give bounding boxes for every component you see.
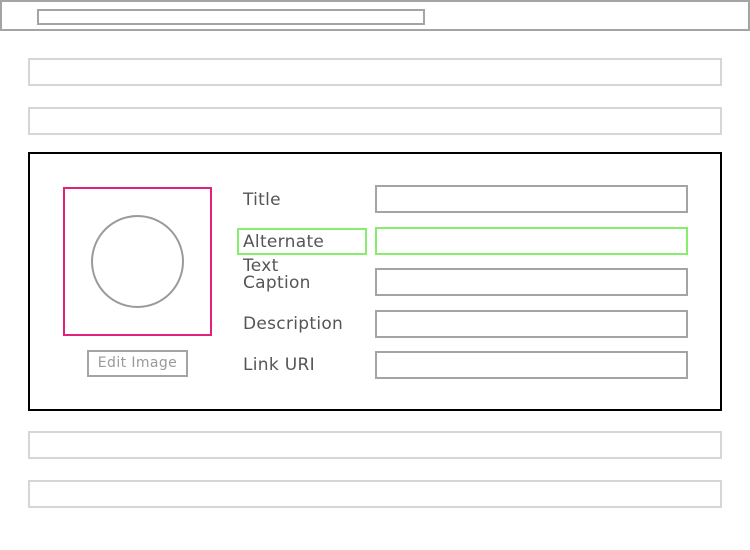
description-label: Description — [243, 314, 344, 334]
link-uri-label: Link URI — [243, 355, 315, 375]
content-row-placeholder — [28, 107, 722, 135]
link-uri-input[interactable] — [375, 351, 688, 379]
content-row-placeholder — [28, 480, 722, 508]
image-placeholder-icon — [91, 215, 184, 308]
alternate-text-label: Alternate Text — [237, 228, 367, 276]
browser-toolbar — [0, 0, 750, 31]
address-bar[interactable] — [37, 9, 425, 25]
title-input[interactable] — [375, 185, 688, 213]
alternate-text-input[interactable] — [375, 227, 688, 255]
description-input[interactable] — [375, 310, 688, 338]
content-row-placeholder — [28, 431, 722, 459]
edit-image-button[interactable]: Edit Image — [87, 350, 188, 377]
title-label: Title — [243, 190, 281, 210]
caption-label: Caption — [243, 273, 311, 293]
caption-input[interactable] — [375, 268, 688, 296]
content-row-placeholder — [28, 58, 722, 86]
